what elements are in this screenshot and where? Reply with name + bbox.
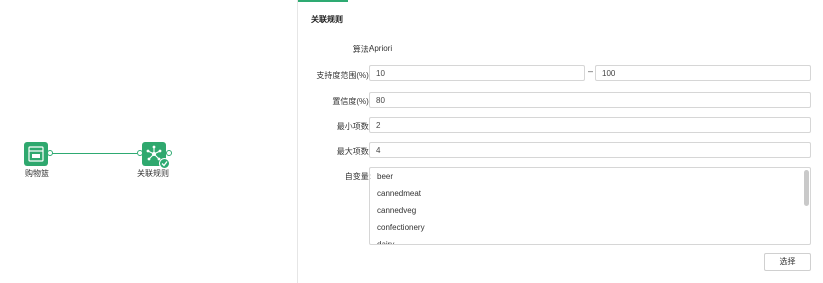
confidence-input[interactable] xyxy=(369,92,811,108)
list-item[interactable]: dairy xyxy=(370,236,810,244)
list-item[interactable]: confectionery xyxy=(370,219,810,236)
connection-edge xyxy=(50,153,137,154)
min-items-label: 最小项数: xyxy=(336,122,371,131)
max-items-input[interactable] xyxy=(369,142,811,158)
support-max-input[interactable] xyxy=(595,65,811,81)
list-item[interactable]: beer xyxy=(370,168,810,185)
basket-data-icon xyxy=(28,146,44,162)
select-button[interactable]: 选择 xyxy=(764,253,811,271)
panel-accent-line xyxy=(298,0,348,2)
properties-panel: 关联规则 算法: Apriori 支持度范围(%): – 置信度(%): 最小项… xyxy=(298,0,823,283)
min-items-input[interactable] xyxy=(369,117,811,133)
range-separator: – xyxy=(588,66,594,76)
max-items-label: 最大项数: xyxy=(336,147,371,156)
algorithm-value: Apriori xyxy=(369,44,393,53)
confidence-label: 置信度(%): xyxy=(332,97,371,106)
basket-output-port[interactable] xyxy=(47,150,53,156)
list-item[interactable]: cannedveg xyxy=(370,202,810,219)
variables-label: 自变量: xyxy=(344,172,371,181)
panel-title: 关联规则 xyxy=(311,15,343,24)
support-min-input[interactable] xyxy=(369,65,585,81)
basket-node[interactable] xyxy=(24,142,48,166)
assoc-node-label: 关联规则 xyxy=(137,169,169,178)
list-scrollbar[interactable] xyxy=(804,170,809,206)
basket-node-label: 购物篮 xyxy=(25,169,49,178)
workflow-canvas[interactable]: 购物篮 关联规则 xyxy=(0,0,298,283)
support-label: 支持度范围(%): xyxy=(316,71,371,80)
variables-listbox[interactable]: beer cannedmeat cannedveg confectionery … xyxy=(369,167,811,245)
assoc-output-port[interactable] xyxy=(166,150,172,156)
list-item[interactable]: cannedmeat xyxy=(370,185,810,202)
